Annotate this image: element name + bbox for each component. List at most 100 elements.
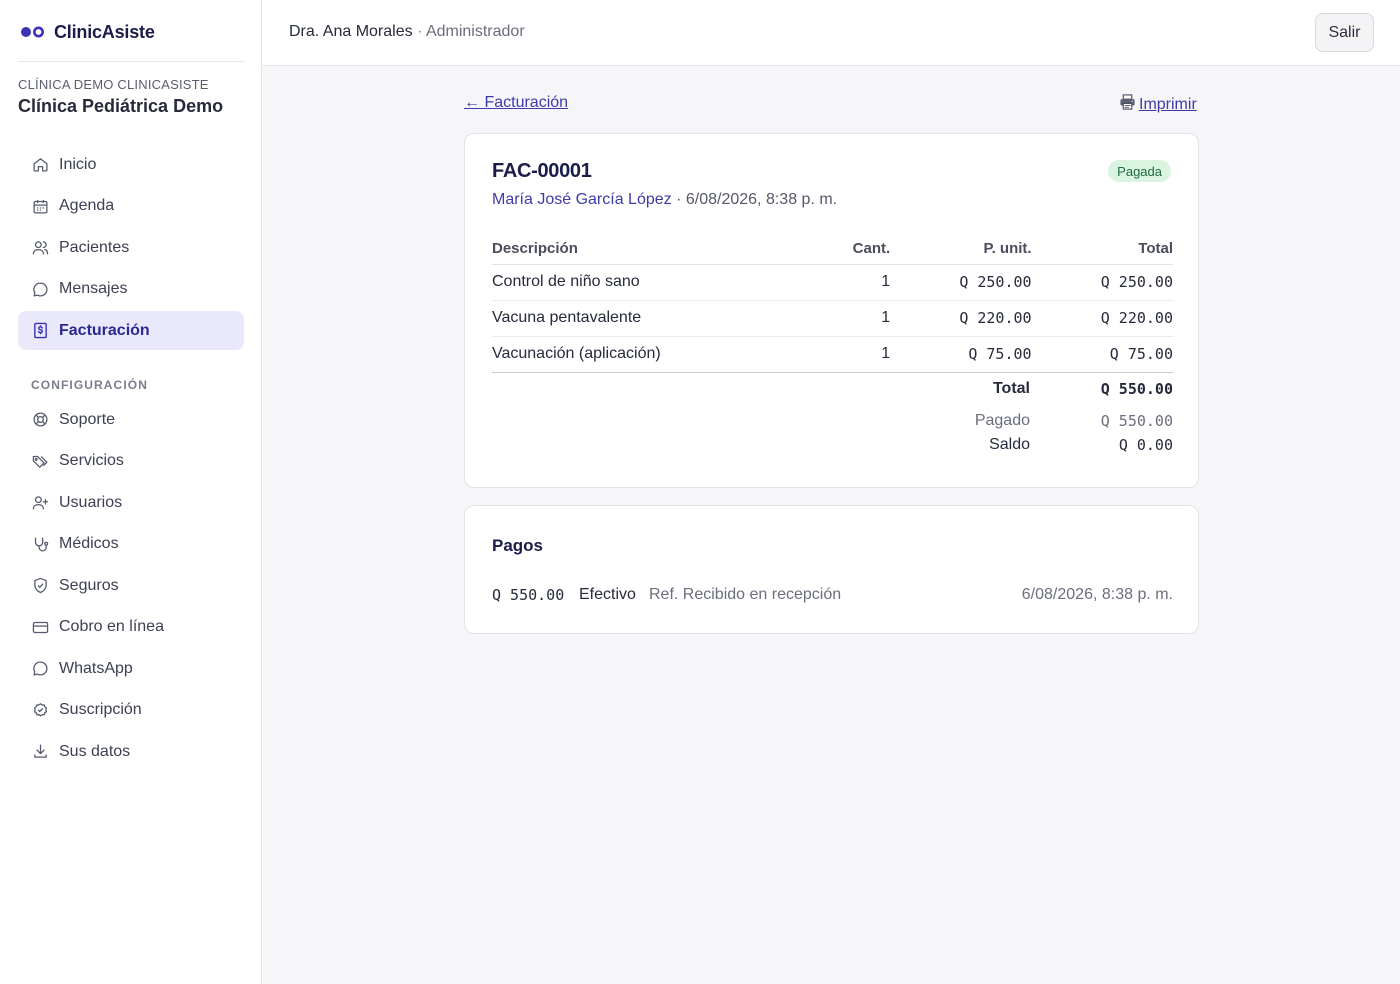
list-item: Q 550.00 Efectivo Ref. Recibido en recep… bbox=[492, 586, 1173, 606]
invoice-number: FAC-00001 bbox=[492, 160, 592, 182]
top-bar: Dra. Ana Morales · Administrador Salir bbox=[262, 0, 1400, 66]
column-header-unit-price: P. unit. bbox=[890, 233, 1032, 265]
clinic-name: Clínica Pediátrica Demo bbox=[18, 96, 224, 116]
payment-amount: Q 550.00 bbox=[492, 586, 565, 604]
sidebar-item-label: Facturación bbox=[59, 321, 150, 339]
logo-icon bbox=[21, 26, 44, 38]
tags-icon bbox=[31, 452, 49, 470]
chat-icon bbox=[31, 660, 49, 678]
download-icon bbox=[31, 743, 49, 761]
sidebar-item-medicos[interactable]: Médicos bbox=[18, 525, 244, 564]
sidebar-item-mensajes[interactable]: Mensajes bbox=[18, 270, 244, 309]
payment-date: 6/08/2026, 8:38 p. m. bbox=[1021, 586, 1173, 603]
home-icon bbox=[31, 156, 49, 174]
sidebar-item-label: Servicios bbox=[59, 452, 124, 469]
sidebar-item-label: Agenda bbox=[59, 197, 115, 214]
sidebar-item-label: Seguros bbox=[59, 576, 119, 594]
table-header-row: Descripción Cant. P. unit. Total bbox=[492, 233, 1173, 265]
current-user: Dra. Ana Morales · Administrador bbox=[289, 23, 525, 41]
balance-value: Q 0.00 bbox=[1118, 436, 1173, 454]
total-label: Total bbox=[992, 380, 1030, 397]
status-badge: Pagada bbox=[1108, 160, 1171, 182]
invoice-card: FAC-00001 Pagada María José García López… bbox=[464, 133, 1199, 488]
sidebar-item-usuarios[interactable]: Usuarios bbox=[18, 483, 244, 522]
table-row: Vacunación (aplicación) 1 Q 75.00 Q 75.0… bbox=[492, 336, 1173, 373]
sidebar-item-pacientes[interactable]: Pacientes bbox=[18, 228, 244, 267]
item-unit-price: Q 220.00 bbox=[890, 300, 1032, 337]
printer-icon bbox=[1119, 94, 1136, 115]
lifebuoy-icon bbox=[31, 411, 49, 429]
payments-card: Pagos Q 550.00 Efectivo Ref. Recibido en… bbox=[464, 505, 1199, 634]
users-icon bbox=[31, 239, 49, 257]
sidebar-item-label: Soporte bbox=[59, 410, 116, 428]
sidebar-item-sus-datos[interactable]: Sus datos bbox=[18, 732, 244, 771]
user-plus-icon bbox=[31, 494, 49, 512]
balance-row: Saldo Q 0.00 bbox=[492, 436, 1173, 460]
payment-method: Efectivo bbox=[579, 586, 636, 603]
user-role: Administrador bbox=[425, 23, 525, 40]
paid-row: Pagado Q 550.00 bbox=[492, 412, 1173, 436]
paid-label: Pagado bbox=[974, 412, 1030, 429]
print-link[interactable]: Imprimir bbox=[1119, 94, 1197, 115]
item-quantity: 1 bbox=[822, 300, 891, 337]
total-row: Total Q 550.00 bbox=[492, 380, 1173, 404]
print-label: Imprimir bbox=[1139, 95, 1197, 113]
patient-link[interactable]: María José García López bbox=[492, 191, 672, 208]
total-value: Q 550.00 bbox=[1100, 380, 1173, 398]
sidebar-item-cobro-en-linea[interactable]: Cobro en línea bbox=[18, 608, 244, 647]
app-logo[interactable]: ClinicAsiste bbox=[20, 20, 155, 44]
clinic-eyebrow: CLÍNICA DEMO CLINICASISTE bbox=[18, 77, 209, 92]
item-total: Q 250.00 bbox=[1031, 264, 1173, 301]
sidebar-item-servicios[interactable]: Servicios bbox=[18, 442, 244, 481]
back-to-billing-link[interactable]: ← Facturación bbox=[464, 94, 568, 112]
item-total: Q 220.00 bbox=[1031, 300, 1173, 337]
sidebar-item-suscripcion[interactable]: Suscripción bbox=[18, 691, 244, 730]
paid-value: Q 550.00 bbox=[1100, 412, 1173, 430]
column-header-description: Descripción bbox=[492, 233, 823, 265]
sidebar-item-label: Cobro en línea bbox=[59, 618, 164, 635]
meta-separator: · bbox=[676, 191, 682, 208]
sidebar-item-seguros[interactable]: Seguros bbox=[18, 566, 244, 605]
sidebar-main-nav: Inicio Agenda Pacientes Mensajes Factura… bbox=[18, 145, 244, 353]
item-description: Vacuna pentavalente bbox=[492, 300, 823, 337]
sidebar-item-label: Suscripción bbox=[59, 701, 142, 718]
sidebar-item-label: Pacientes bbox=[59, 238, 130, 256]
item-description: Vacunación (aplicación) bbox=[492, 336, 823, 373]
sidebar-item-label: Usuarios bbox=[59, 493, 123, 511]
payment-reference: Ref. Recibido en recepción bbox=[649, 586, 842, 603]
item-total: Q 75.00 bbox=[1031, 336, 1173, 373]
table-row: Control de niño sano 1 Q 250.00 Q 250.00 bbox=[492, 264, 1173, 301]
sidebar-item-agenda[interactable]: Agenda bbox=[18, 187, 244, 226]
item-description: Control de niño sano bbox=[492, 264, 823, 301]
sidebar-divider bbox=[18, 61, 244, 62]
sidebar-item-facturacion[interactable]: Facturación bbox=[18, 311, 244, 350]
shield-icon bbox=[31, 577, 49, 595]
sidebar: ClinicAsiste CLÍNICA DEMO CLINICASISTE C… bbox=[0, 0, 262, 984]
payments-title: Pagos bbox=[492, 536, 544, 555]
logout-button[interactable]: Salir bbox=[1315, 13, 1374, 52]
sidebar-item-soporte[interactable]: Soporte bbox=[18, 400, 244, 439]
sidebar-item-label: WhatsApp bbox=[59, 659, 133, 677]
calendar-icon bbox=[31, 197, 49, 215]
user-separator: · bbox=[417, 23, 423, 40]
stethoscope-icon bbox=[31, 535, 49, 553]
credit-card-icon bbox=[31, 618, 49, 636]
sidebar-item-inicio[interactable]: Inicio bbox=[18, 145, 244, 184]
sidebar-item-whatsapp[interactable]: WhatsApp bbox=[18, 649, 244, 688]
item-unit-price: Q 250.00 bbox=[890, 264, 1032, 301]
sidebar-item-label: Inicio bbox=[59, 155, 97, 173]
invoice-icon bbox=[31, 322, 49, 340]
sidebar-config-nav: Soporte Servicios Usuarios Médicos Segur… bbox=[18, 400, 244, 774]
invoice-meta: María José García López · 6/08/2026, 8:3… bbox=[492, 191, 837, 209]
sidebar-item-label: Médicos bbox=[59, 535, 119, 552]
user-name: Dra. Ana Morales bbox=[289, 23, 413, 40]
message-icon bbox=[31, 280, 49, 298]
app-name: ClinicAsiste bbox=[54, 21, 155, 42]
config-section-label: CONFIGURACIÓN bbox=[31, 378, 148, 392]
column-header-total: Total bbox=[1031, 233, 1173, 265]
badge-check-icon bbox=[31, 701, 49, 719]
sidebar-item-label: Mensajes bbox=[59, 280, 128, 297]
item-quantity: 1 bbox=[822, 336, 891, 373]
column-header-quantity: Cant. bbox=[822, 233, 891, 265]
invoice-date: 6/08/2026, 8:38 p. m. bbox=[685, 191, 838, 208]
